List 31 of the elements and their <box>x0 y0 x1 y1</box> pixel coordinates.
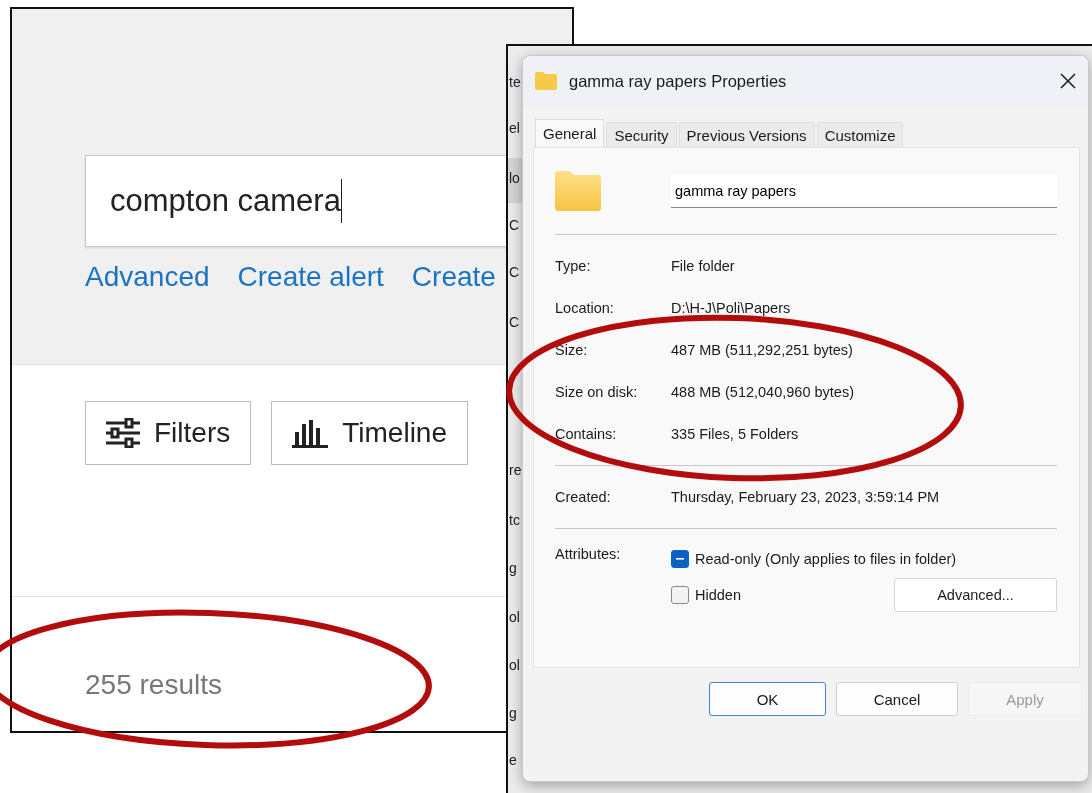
field-label: Location: <box>555 299 615 318</box>
field-value: 487 MB (511,292,251 bytes) <box>671 341 853 360</box>
field-label: Size: <box>555 341 589 360</box>
field-label: Type: <box>555 257 592 276</box>
field-label: Created: <box>555 488 612 507</box>
text-fragment: g <box>509 559 517 577</box>
field-value: D:\H-J\Poli\Papers <box>671 299 791 318</box>
checkbox-label: Hidden <box>695 587 741 603</box>
text-fragment: C <box>509 216 520 234</box>
text-fragment: C <box>509 313 520 331</box>
field-value: 335 Files, 5 Folders <box>671 425 799 444</box>
text-fragment: ol <box>509 656 520 674</box>
field-value: Thursday, February 23, 2023, 3:59:14 PM <box>671 488 940 507</box>
text-fragment: tc <box>509 511 520 529</box>
search-query: compton camera <box>110 183 341 219</box>
text-fragment: e <box>509 751 517 769</box>
text-fragment: lo <box>509 169 520 187</box>
text-fragment: g <box>509 704 517 722</box>
text-fragment: ol <box>509 608 520 626</box>
field-label: Contains: <box>555 425 618 444</box>
window-title: gamma ray papers Properties <box>569 71 788 91</box>
field-value: File folder <box>671 257 735 276</box>
text-fragment: C <box>509 263 520 281</box>
checkbox-label: Read-only (Only applies to files in folder) <box>695 551 957 567</box>
result-count: 255 results <box>85 669 222 700</box>
field-label: Attributes: <box>555 545 622 564</box>
text-fragment: re <box>509 461 522 479</box>
field-label: Size on disk: <box>555 383 639 402</box>
text-fragment: el <box>509 119 520 137</box>
text-fragment: te <box>509 73 521 91</box>
field-value: 488 MB (512,040,960 bytes) <box>671 383 854 402</box>
